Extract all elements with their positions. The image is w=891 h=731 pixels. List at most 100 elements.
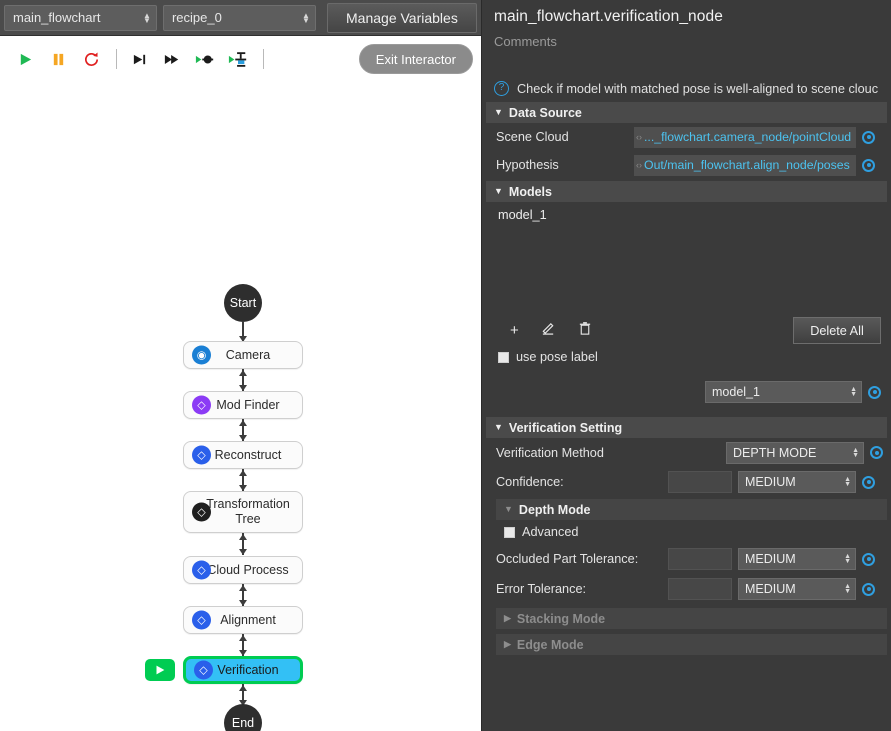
list-item[interactable]: model_1 [498, 208, 891, 222]
error-tolerance-value: MEDIUM [745, 582, 796, 596]
chevron-updown-icon: ▲ ▼ [852, 446, 859, 459]
confidence-value: MEDIUM [745, 475, 796, 489]
hypothesis-target-icon[interactable] [862, 158, 875, 172]
use-pose-label-checkbox[interactable] [498, 351, 509, 363]
node-verification[interactable]: ◇ Verification [183, 656, 303, 684]
flowchart-editor-pane: main_flowchart ▲ ▼ recipe_0 ▲ ▼ Manage Var… [0, 0, 481, 731]
advanced-checkbox[interactable] [504, 526, 515, 538]
recipe-select-value: recipe_0 [171, 10, 222, 25]
node-alignment[interactable]: ◇ Alignment [183, 606, 303, 634]
nav-arrows-icon: ‹› [636, 160, 642, 170]
section-depth-mode-label: Depth Mode [518, 502, 591, 517]
plus-icon[interactable]: + [510, 323, 519, 338]
reset-button[interactable] [76, 44, 106, 74]
flowchart-select[interactable]: main_flowchart ▲ ▼ [4, 4, 157, 31]
scene-cloud-label: Scene Cloud [496, 130, 569, 144]
run-to-node-button[interactable] [190, 44, 220, 74]
nav-arrows-icon: ‹› [636, 132, 642, 142]
node-cloud-process[interactable]: ◇ Cloud Process [183, 556, 303, 584]
section-edge-mode[interactable]: ▶ Edge Mode [496, 634, 887, 655]
model-actions-row: + Delete All [482, 315, 891, 345]
confidence-input[interactable] [668, 471, 732, 493]
models-list[interactable]: model_1 [482, 202, 891, 315]
chevron-updown-icon: ▲ ▼ [301, 10, 310, 25]
scene-cloud-value[interactable]: ‹› ..._flowchart.camera_node/pointCloud [634, 126, 856, 148]
confidence-select[interactable]: MEDIUM ▲ ▼ [738, 471, 856, 493]
section-verification-setting-label: Verification Setting [508, 420, 623, 435]
chevron-updown-icon: ▲ ▼ [844, 583, 851, 595]
row-scene-cloud: Scene Cloud ‹› ..._flowchart.camera_node… [482, 123, 891, 151]
occluded-part-tolerance-select[interactable]: MEDIUM ▲ ▼ [738, 548, 856, 570]
error-tolerance-select[interactable]: MEDIUM ▲ ▼ [738, 578, 856, 600]
flowchart-canvas[interactable]: Start ◉ Camera ◇ Mod Finder ◇ Reconstruc… [0, 82, 481, 731]
chevron-updown-icon: ▲ ▼ [143, 10, 151, 25]
arrow-down-icon [239, 549, 247, 555]
exit-interactor-button[interactable]: Exit Interactor [358, 44, 473, 74]
occluded-part-tolerance-input[interactable] [668, 548, 732, 570]
chevron-updown-icon: ▲ ▼ [844, 476, 851, 488]
triangle-down-icon: ▼ [494, 422, 503, 432]
node-end[interactable]: End [224, 704, 262, 731]
node-mod-finder[interactable]: ◇ Mod Finder [183, 391, 303, 419]
occluded-part-tolerance-label: Occluded Part Tolerance: [496, 552, 639, 566]
manage-variables-button[interactable]: Manage Variables [326, 2, 477, 33]
pencil-icon[interactable] [541, 321, 556, 339]
section-stacking-mode-label: Stacking Mode [516, 611, 606, 626]
model-select-target-icon[interactable] [868, 385, 881, 399]
row-error-tolerance: Error Tolerance: MEDIUM ▲ ▼ [482, 574, 891, 604]
run-button[interactable] [10, 44, 40, 74]
occluded-part-tolerance-value: MEDIUM [745, 552, 796, 566]
chevron-updown-icon: ▲ ▼ [850, 386, 857, 398]
triangle-right-icon: ▶ [504, 613, 511, 623]
toolbar-divider [116, 49, 117, 69]
node-reconstruct[interactable]: ◇ Reconstruct [183, 441, 303, 469]
row-hypothesis: Hypothesis ‹› Out/main_flowchart.align_n… [482, 151, 891, 179]
alignment-node-icon: ◇ [192, 610, 211, 630]
error-tolerance-input[interactable] [668, 578, 732, 600]
node-start[interactable]: Start [224, 284, 262, 322]
advanced-label: Advanced [522, 525, 579, 539]
run-from-node-button[interactable] [223, 44, 253, 74]
page-title: main_flowchart.verification_node [494, 8, 723, 25]
row-occluded-part-tolerance: Occluded Part Tolerance: MEDIUM ▲ ▼ [482, 544, 891, 574]
node-camera[interactable]: ◉ Camera [183, 341, 303, 369]
step-forward-button[interactable] [124, 44, 154, 74]
flowchart-select-value: main_flowchart [13, 10, 101, 25]
triangle-right-icon: ▶ [504, 639, 511, 649]
node-transformation-tree[interactable]: ◇ Transformation Tree [183, 491, 303, 533]
fast-forward-button[interactable] [157, 44, 187, 74]
section-depth-mode[interactable]: ▼ Depth Mode [496, 499, 887, 520]
section-models[interactable]: ▼ Models [486, 181, 887, 202]
scene-cloud-value-text: ..._flowchart.camera_node/pointCloud [644, 130, 852, 144]
comments-field[interactable]: Comments [482, 30, 891, 49]
arrow-up-icon [239, 685, 247, 691]
arrow-up-icon [239, 534, 247, 540]
run-node-badge-button[interactable] [145, 659, 175, 681]
properties-panel: main_flowchart.verification_node Comment… [481, 0, 891, 731]
triangle-down-icon: ▼ [494, 186, 503, 196]
occluded-part-tolerance-target-icon[interactable] [862, 552, 875, 566]
help-text: Check if model with matched pose is well… [517, 81, 879, 96]
use-pose-label-text: use pose label [516, 350, 598, 364]
section-stacking-mode[interactable]: ▶ Stacking Mode [496, 608, 887, 629]
hypothesis-value[interactable]: ‹› Out/main_flowchart.align_node/poses [634, 154, 856, 176]
verification-method-label: Verification Method [496, 445, 604, 460]
arrow-up-icon [239, 470, 247, 476]
confidence-target-icon[interactable] [862, 475, 875, 489]
confidence-label: Confidence: [496, 475, 564, 489]
hypothesis-label: Hypothesis [496, 158, 559, 172]
pause-button[interactable] [43, 44, 73, 74]
section-verification-setting[interactable]: ▼ Verification Setting [486, 417, 887, 438]
section-data-source[interactable]: ▼ Data Source [486, 102, 887, 123]
verification-method-target-icon[interactable] [870, 446, 883, 459]
error-tolerance-target-icon[interactable] [862, 582, 875, 596]
help-icon[interactable]: ? [494, 81, 509, 96]
scene-cloud-target-icon[interactable] [862, 130, 875, 144]
trash-icon[interactable] [578, 321, 592, 339]
error-tolerance-label: Error Tolerance: [496, 582, 587, 596]
verification-method-select[interactable]: DEPTH MODE ▲ ▼ [726, 441, 864, 464]
advanced-row: Advanced [482, 520, 891, 544]
recipe-select[interactable]: recipe_0 ▲ ▼ [162, 4, 316, 31]
delete-all-button[interactable]: Delete All [793, 317, 881, 344]
model-select[interactable]: model_1 ▲ ▼ [705, 381, 862, 403]
